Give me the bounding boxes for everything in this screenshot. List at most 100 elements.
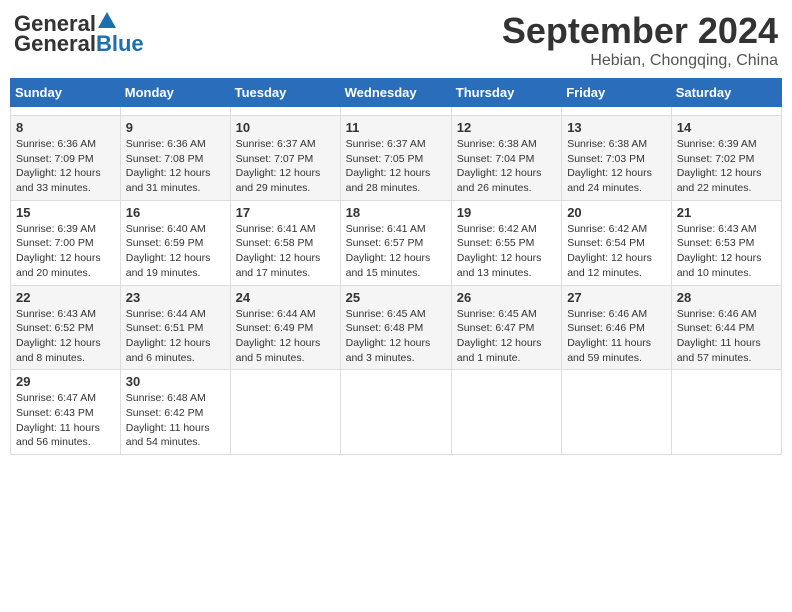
day-info: Sunrise: 6:39 AMSunset: 7:02 PMDaylight:…: [677, 137, 776, 196]
calendar-day-cell: 23 Sunrise: 6:44 AMSunset: 6:51 PMDayligh…: [120, 285, 230, 370]
logo-icon: [96, 10, 118, 32]
calendar-day-cell: 17 Sunrise: 6:41 AMSunset: 6:58 PMDayligh…: [230, 200, 340, 285]
page-subtitle: Hebian, Chongqing, China: [502, 52, 778, 70]
day-number: 27: [567, 290, 666, 305]
empty-cell: [230, 107, 340, 116]
calendar-day-cell: 19 Sunrise: 6:42 AMSunset: 6:55 PMDayligh…: [451, 200, 561, 285]
day-number: 14: [677, 120, 776, 135]
calendar-day-cell: 22 Sunrise: 6:43 AMSunset: 6:52 PMDayligh…: [11, 285, 121, 370]
day-info: Sunrise: 6:41 AMSunset: 6:58 PMDaylight:…: [236, 222, 335, 281]
calendar-week-row: 8 Sunrise: 6:36 AMSunset: 7:09 PMDaylight…: [11, 116, 782, 201]
empty-cell: [671, 370, 781, 455]
day-info: Sunrise: 6:37 AMSunset: 7:07 PMDaylight:…: [236, 137, 335, 196]
day-number: 10: [236, 120, 335, 135]
calendar-week-row: [11, 107, 782, 116]
calendar-day-cell: 8 Sunrise: 6:36 AMSunset: 7:09 PMDaylight…: [11, 116, 121, 201]
day-info: Sunrise: 6:46 AMSunset: 6:46 PMDaylight:…: [567, 307, 666, 366]
day-info: Sunrise: 6:41 AMSunset: 6:57 PMDaylight:…: [346, 222, 446, 281]
day-number: 13: [567, 120, 666, 135]
day-number: 28: [677, 290, 776, 305]
calendar-week-row: 22 Sunrise: 6:43 AMSunset: 6:52 PMDayligh…: [11, 285, 782, 370]
day-info: Sunrise: 6:44 AMSunset: 6:51 PMDaylight:…: [126, 307, 225, 366]
calendar-day-cell: 28 Sunrise: 6:46 AMSunset: 6:44 PMDayligh…: [671, 285, 781, 370]
calendar-day-cell: 11 Sunrise: 6:37 AMSunset: 7:05 PMDayligh…: [340, 116, 451, 201]
day-number: 20: [567, 205, 666, 220]
day-number: 19: [457, 205, 556, 220]
empty-cell: [11, 107, 121, 116]
calendar-day-cell: 29 Sunrise: 6:47 AMSunset: 6:43 PMDayligh…: [11, 370, 121, 455]
day-number: 17: [236, 205, 335, 220]
page-title: September 2024: [502, 10, 778, 52]
calendar-day-cell: 25 Sunrise: 6:45 AMSunset: 6:48 PMDayligh…: [340, 285, 451, 370]
day-info: Sunrise: 6:44 AMSunset: 6:49 PMDaylight:…: [236, 307, 335, 366]
day-number: 29: [16, 374, 115, 389]
empty-cell: [562, 370, 672, 455]
day-info: Sunrise: 6:39 AMSunset: 7:00 PMDaylight:…: [16, 222, 115, 281]
day-info: Sunrise: 6:46 AMSunset: 6:44 PMDaylight:…: [677, 307, 776, 366]
day-info: Sunrise: 6:47 AMSunset: 6:43 PMDaylight:…: [16, 391, 115, 450]
calendar-day-cell: 20 Sunrise: 6:42 AMSunset: 6:54 PMDayligh…: [562, 200, 672, 285]
weekday-header: Monday: [120, 79, 230, 107]
logo: General General Blue: [14, 10, 144, 57]
day-number: 8: [16, 120, 115, 135]
day-number: 16: [126, 205, 225, 220]
calendar-week-row: 15 Sunrise: 6:39 AMSunset: 7:00 PMDayligh…: [11, 200, 782, 285]
day-info: Sunrise: 6:36 AMSunset: 7:08 PMDaylight:…: [126, 137, 225, 196]
day-info: Sunrise: 6:43 AMSunset: 6:53 PMDaylight:…: [677, 222, 776, 281]
day-info: Sunrise: 6:42 AMSunset: 6:55 PMDaylight:…: [457, 222, 556, 281]
calendar-day-cell: 18 Sunrise: 6:41 AMSunset: 6:57 PMDayligh…: [340, 200, 451, 285]
day-info: Sunrise: 6:42 AMSunset: 6:54 PMDaylight:…: [567, 222, 666, 281]
empty-cell: [340, 107, 451, 116]
day-number: 22: [16, 290, 115, 305]
day-info: Sunrise: 6:45 AMSunset: 6:47 PMDaylight:…: [457, 307, 556, 366]
empty-cell: [451, 107, 561, 116]
weekday-header: Friday: [562, 79, 672, 107]
weekday-header: Saturday: [671, 79, 781, 107]
weekday-header: Tuesday: [230, 79, 340, 107]
weekday-header: Thursday: [451, 79, 561, 107]
calendar-day-cell: 15 Sunrise: 6:39 AMSunset: 7:00 PMDayligh…: [11, 200, 121, 285]
day-number: 30: [126, 374, 225, 389]
day-number: 23: [126, 290, 225, 305]
day-number: 24: [236, 290, 335, 305]
day-number: 25: [346, 290, 446, 305]
calendar-week-row: 29 Sunrise: 6:47 AMSunset: 6:43 PMDayligh…: [11, 370, 782, 455]
day-info: Sunrise: 6:48 AMSunset: 6:42 PMDaylight:…: [126, 391, 225, 450]
day-number: 12: [457, 120, 556, 135]
page-header: General General Blue September 2024 Hebi…: [10, 10, 782, 70]
title-block: September 2024 Hebian, Chongqing, China: [502, 10, 778, 70]
calendar-day-cell: 13 Sunrise: 6:38 AMSunset: 7:03 PMDayligh…: [562, 116, 672, 201]
day-info: Sunrise: 6:37 AMSunset: 7:05 PMDaylight:…: [346, 137, 446, 196]
weekday-header-row: SundayMondayTuesdayWednesdayThursdayFrid…: [11, 79, 782, 107]
logo-general-bottom: General: [14, 31, 96, 57]
empty-cell: [120, 107, 230, 116]
day-info: Sunrise: 6:38 AMSunset: 7:03 PMDaylight:…: [567, 137, 666, 196]
calendar-day-cell: 14 Sunrise: 6:39 AMSunset: 7:02 PMDayligh…: [671, 116, 781, 201]
day-info: Sunrise: 6:45 AMSunset: 6:48 PMDaylight:…: [346, 307, 446, 366]
calendar-day-cell: 30 Sunrise: 6:48 AMSunset: 6:42 PMDayligh…: [120, 370, 230, 455]
day-info: Sunrise: 6:36 AMSunset: 7:09 PMDaylight:…: [16, 137, 115, 196]
day-number: 11: [346, 120, 446, 135]
empty-cell: [340, 370, 451, 455]
day-info: Sunrise: 6:43 AMSunset: 6:52 PMDaylight:…: [16, 307, 115, 366]
empty-cell: [230, 370, 340, 455]
calendar-day-cell: 12 Sunrise: 6:38 AMSunset: 7:04 PMDayligh…: [451, 116, 561, 201]
day-number: 15: [16, 205, 115, 220]
calendar-day-cell: 27 Sunrise: 6:46 AMSunset: 6:46 PMDayligh…: [562, 285, 672, 370]
weekday-header: Sunday: [11, 79, 121, 107]
day-number: 21: [677, 205, 776, 220]
day-info: Sunrise: 6:40 AMSunset: 6:59 PMDaylight:…: [126, 222, 225, 281]
empty-cell: [671, 107, 781, 116]
day-number: 9: [126, 120, 225, 135]
day-number: 18: [346, 205, 446, 220]
calendar-day-cell: 9 Sunrise: 6:36 AMSunset: 7:08 PMDaylight…: [120, 116, 230, 201]
weekday-header: Wednesday: [340, 79, 451, 107]
empty-cell: [451, 370, 561, 455]
calendar-day-cell: 10 Sunrise: 6:37 AMSunset: 7:07 PMDayligh…: [230, 116, 340, 201]
empty-cell: [562, 107, 672, 116]
calendar-day-cell: 26 Sunrise: 6:45 AMSunset: 6:47 PMDayligh…: [451, 285, 561, 370]
day-info: Sunrise: 6:38 AMSunset: 7:04 PMDaylight:…: [457, 137, 556, 196]
day-number: 26: [457, 290, 556, 305]
calendar-table: SundayMondayTuesdayWednesdayThursdayFrid…: [10, 78, 782, 455]
calendar-day-cell: 21 Sunrise: 6:43 AMSunset: 6:53 PMDayligh…: [671, 200, 781, 285]
